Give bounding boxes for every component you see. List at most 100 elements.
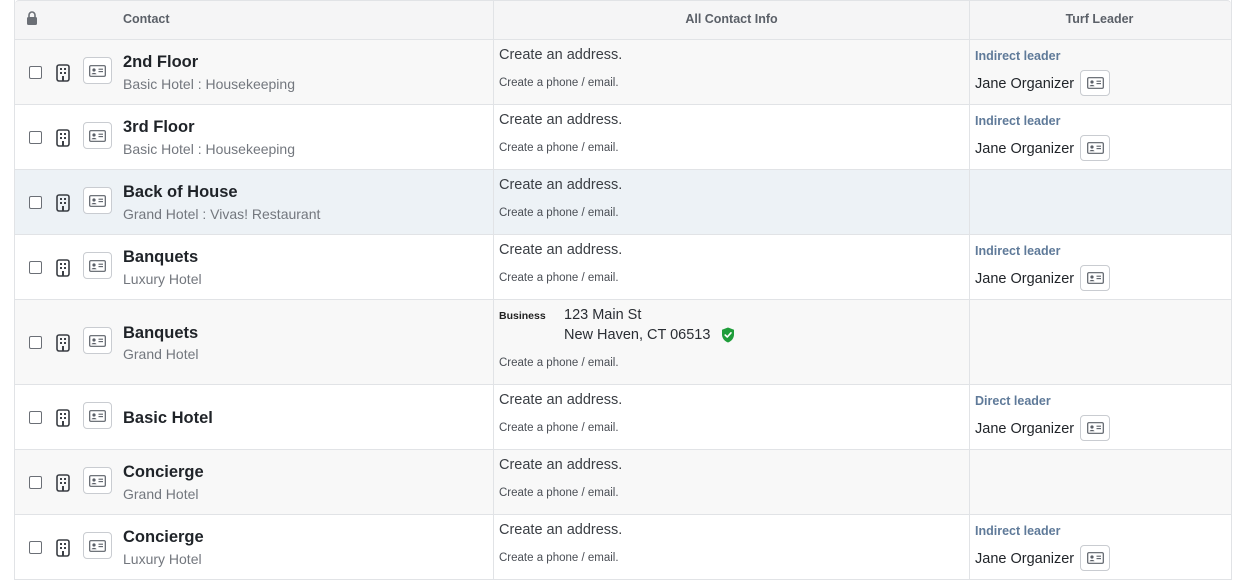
contact-card-button[interactable] bbox=[83, 187, 112, 214]
contact-card-icon bbox=[89, 194, 106, 207]
row-select-checkbox[interactable] bbox=[29, 541, 42, 554]
leader-card-button[interactable] bbox=[1080, 415, 1110, 441]
contact-card-icon bbox=[89, 474, 106, 487]
table-row[interactable]: Banquets Grand Hotel Business 123 Main S… bbox=[15, 300, 1231, 385]
contact-card-icon bbox=[1086, 77, 1104, 89]
create-phone-email-link[interactable]: Create a phone / email. bbox=[499, 207, 619, 219]
contact-name[interactable]: Concierge bbox=[123, 528, 204, 547]
turf-leader-cell: Indirect leader Jane Organizer bbox=[970, 515, 1229, 579]
create-address-link[interactable]: Create an address. bbox=[499, 177, 622, 193]
contact-card-button[interactable] bbox=[83, 252, 112, 279]
contact-card-button[interactable] bbox=[83, 467, 112, 494]
leader-card-button[interactable] bbox=[1080, 265, 1110, 291]
contact-name[interactable]: Banquets bbox=[123, 324, 198, 343]
lock-icon[interactable] bbox=[26, 11, 38, 25]
table-row[interactable]: Banquets Luxury Hotel Create an address.… bbox=[15, 235, 1231, 300]
contact-cell: 2nd Floor Basic Hotel : Housekeeping bbox=[15, 40, 494, 104]
turf-leader-cell: Direct leader Jane Organizer bbox=[970, 385, 1229, 449]
table-row[interactable]: 2nd Floor Basic Hotel : Housekeeping Cre… bbox=[15, 40, 1231, 105]
create-phone-email-link[interactable]: Create a phone / email. bbox=[499, 357, 619, 369]
contact-subtitle: Grand Hotel bbox=[123, 346, 199, 362]
contact-info-cell: Create an address. Create a phone / emai… bbox=[494, 235, 970, 299]
table-row[interactable]: Basic Hotel Create an address. Create a … bbox=[15, 385, 1231, 450]
create-phone-email-link[interactable]: Create a phone / email. bbox=[499, 142, 619, 154]
contact-name[interactable]: Banquets bbox=[123, 248, 198, 267]
address-line-2[interactable]: New Haven, CT 06513 bbox=[564, 327, 710, 343]
row-select-checkbox[interactable] bbox=[29, 261, 42, 274]
header-contact-col[interactable]: Contact bbox=[15, 1, 494, 39]
contact-subtitle: Basic Hotel : Housekeeping bbox=[123, 141, 295, 157]
leader-role: Indirect leader bbox=[975, 114, 1061, 128]
leader-card-button[interactable] bbox=[1080, 70, 1110, 96]
create-address-link[interactable]: Create an address. bbox=[499, 392, 622, 408]
contact-card-icon bbox=[89, 259, 106, 272]
contact-card-icon bbox=[89, 539, 106, 552]
create-address-link[interactable]: Create an address. bbox=[499, 457, 622, 473]
leader-name[interactable]: Jane Organizer bbox=[975, 141, 1074, 157]
contact-cell: Concierge Luxury Hotel bbox=[15, 515, 494, 579]
leader-card-button[interactable] bbox=[1080, 135, 1110, 161]
building-icon bbox=[56, 409, 70, 427]
create-phone-email-link[interactable]: Create a phone / email. bbox=[499, 422, 619, 434]
create-phone-email-link[interactable]: Create a phone / email. bbox=[499, 272, 619, 284]
header-all-contact-info[interactable]: All Contact Info bbox=[494, 1, 970, 39]
create-address-link[interactable]: Create an address. bbox=[499, 242, 622, 258]
address-line-1[interactable]: 123 Main St bbox=[564, 307, 641, 323]
table-row[interactable]: 3rd Floor Basic Hotel : Housekeeping Cre… bbox=[15, 105, 1231, 170]
contact-name[interactable]: Concierge bbox=[123, 463, 204, 482]
leader-name[interactable]: Jane Organizer bbox=[975, 76, 1074, 92]
building-icon bbox=[56, 194, 70, 212]
contact-name[interactable]: 3rd Floor bbox=[123, 118, 195, 137]
leader-card-button[interactable] bbox=[1080, 545, 1110, 571]
contact-card-icon bbox=[89, 64, 106, 77]
leader-name[interactable]: Jane Organizer bbox=[975, 421, 1074, 437]
row-select-checkbox[interactable] bbox=[29, 336, 42, 349]
contact-card-button[interactable] bbox=[83, 122, 112, 149]
header-contact-label: Contact bbox=[123, 12, 170, 26]
contact-card-icon bbox=[89, 409, 106, 422]
contact-name[interactable]: Basic Hotel bbox=[123, 409, 213, 428]
table-row[interactable]: Concierge Luxury Hotel Create an address… bbox=[15, 515, 1231, 580]
table-row[interactable]: Concierge Grand Hotel Create an address.… bbox=[15, 450, 1231, 515]
contact-subtitle: Grand Hotel bbox=[123, 486, 199, 502]
row-select-checkbox[interactable] bbox=[29, 196, 42, 209]
row-select-checkbox[interactable] bbox=[29, 411, 42, 424]
building-icon bbox=[56, 64, 70, 82]
contact-cell: 3rd Floor Basic Hotel : Housekeeping bbox=[15, 105, 494, 169]
create-phone-email-link[interactable]: Create a phone / email. bbox=[499, 552, 619, 564]
contact-card-button[interactable] bbox=[83, 532, 112, 559]
row-select-checkbox[interactable] bbox=[29, 131, 42, 144]
leader-role: Direct leader bbox=[975, 394, 1051, 408]
leader-role: Indirect leader bbox=[975, 49, 1061, 63]
leader-name[interactable]: Jane Organizer bbox=[975, 551, 1074, 567]
building-icon bbox=[56, 334, 70, 352]
leader-name[interactable]: Jane Organizer bbox=[975, 271, 1074, 287]
row-select-checkbox[interactable] bbox=[29, 476, 42, 489]
row-select-checkbox[interactable] bbox=[29, 66, 42, 79]
turf-leader-cell bbox=[970, 450, 1229, 514]
turf-leader-cell: Indirect leader Jane Organizer bbox=[970, 235, 1229, 299]
contact-cell: Concierge Grand Hotel bbox=[15, 450, 494, 514]
contact-card-icon bbox=[1086, 142, 1104, 154]
contact-card-button[interactable] bbox=[83, 327, 112, 354]
create-address-link[interactable]: Create an address. bbox=[499, 522, 622, 538]
contact-subtitle: Luxury Hotel bbox=[123, 271, 202, 287]
create-phone-email-link[interactable]: Create a phone / email. bbox=[499, 77, 619, 89]
contact-info-cell: Create an address. Create a phone / emai… bbox=[494, 385, 970, 449]
create-address-link[interactable]: Create an address. bbox=[499, 47, 622, 63]
contacts-table: Contact All Contact Info Turf Leader 2nd… bbox=[14, 0, 1232, 580]
contact-cell: Banquets Luxury Hotel bbox=[15, 235, 494, 299]
contact-card-button[interactable] bbox=[83, 402, 112, 429]
create-address-link[interactable]: Create an address. bbox=[499, 112, 622, 128]
header-turf-leader[interactable]: Turf Leader bbox=[970, 1, 1229, 39]
contact-card-button[interactable] bbox=[83, 57, 112, 84]
contact-cell: Banquets Grand Hotel bbox=[15, 300, 494, 384]
contact-name[interactable]: 2nd Floor bbox=[123, 53, 198, 72]
table-row[interactable]: Back of House Grand Hotel : Vivas! Resta… bbox=[15, 170, 1231, 235]
create-phone-email-link[interactable]: Create a phone / email. bbox=[499, 487, 619, 499]
contact-name[interactable]: Back of House bbox=[123, 183, 238, 202]
contact-card-icon bbox=[1086, 552, 1104, 564]
contact-card-icon bbox=[1086, 272, 1104, 284]
contact-cell: Basic Hotel bbox=[15, 385, 494, 449]
contact-card-icon bbox=[1086, 422, 1104, 434]
